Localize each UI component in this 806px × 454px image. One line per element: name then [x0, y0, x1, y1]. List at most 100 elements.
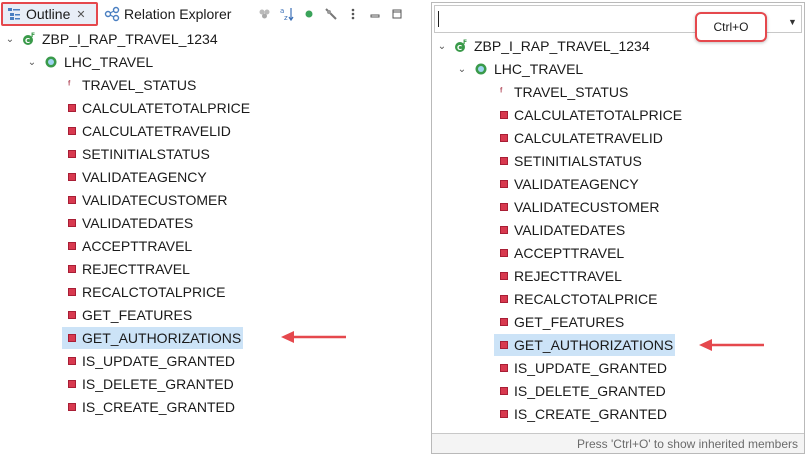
- minimize-icon[interactable]: [364, 4, 386, 24]
- tree-item-rejecttravel[interactable]: REJECTTRAVEL: [500, 265, 622, 287]
- method-icon: [500, 226, 508, 234]
- tree-item-is-update-granted[interactable]: IS_UPDATE_GRANTED: [68, 350, 235, 372]
- method-icon: [500, 134, 508, 142]
- tree-item-is-delete-granted[interactable]: IS_DELETE_GRANTED: [500, 380, 666, 402]
- chevron-down-icon[interactable]: ⌄: [26, 57, 38, 68]
- tree-item-recalctotalprice[interactable]: RECALCTOTALPRICE: [68, 281, 225, 303]
- method-icon: [68, 173, 76, 181]
- tree-item-get-authorizations[interactable]: GET_AUTHORIZATIONS: [62, 327, 244, 349]
- svg-text:C: C: [457, 44, 462, 52]
- close-icon[interactable]: ✕: [76, 8, 85, 21]
- chevron-down-icon[interactable]: ⌄: [456, 64, 468, 75]
- menu-icon[interactable]: [342, 4, 364, 24]
- tree-item-zbp-i-rap-travel-1234[interactable]: ⌄ C F ZBP_I_RAP_TRAVEL_1234: [436, 35, 650, 57]
- tree-item-label: VALIDATEDATES: [514, 222, 626, 238]
- chevron-down-icon[interactable]: ⌄: [4, 34, 16, 45]
- relation-explorer-icon: [104, 6, 120, 22]
- shortcut-badge: Ctrl+O: [695, 12, 767, 42]
- tree-item-label: IS_UPDATE_GRANTED: [82, 353, 235, 369]
- method-icon: [500, 272, 508, 280]
- tab-relation-explorer-label: Relation Explorer: [124, 6, 232, 22]
- tree-item-rejecttravel[interactable]: REJECTTRAVEL: [68, 258, 190, 280]
- tree-item-calculatetotalprice[interactable]: CALCULATETOTALPRICE: [500, 104, 682, 126]
- method-icon: [500, 249, 508, 257]
- tree-item-calculatetotalprice[interactable]: CALCULATETOTALPRICE: [68, 97, 250, 119]
- method-icon: [500, 180, 508, 188]
- tree-item-label: TRAVEL_STATUS: [514, 84, 629, 100]
- tab-outline[interactable]: Outline ✕: [1, 2, 98, 26]
- tree-item-accepttravel[interactable]: ACCEPTTRAVEL: [68, 235, 192, 257]
- tree-item-label: IS_CREATE_GRANTED: [514, 406, 667, 422]
- type-icon: ᶠ: [68, 79, 71, 91]
- pointer-arrow-left: [281, 331, 346, 343]
- tree-item-travel-status[interactable]: ᶠ TRAVEL_STATUS: [500, 81, 628, 103]
- tree-item-label: RECALCTOTALPRICE: [514, 291, 658, 307]
- tree-item-validatedates[interactable]: VALIDATEDATES: [68, 212, 193, 234]
- tree-item-label: REJECTTRAVEL: [82, 261, 190, 277]
- tree-item-get-features[interactable]: GET_FEATURES: [500, 311, 624, 333]
- tree-item-label: ACCEPTTRAVEL: [82, 238, 193, 254]
- tree-item-label: LHC_TRAVEL: [64, 54, 154, 70]
- chevron-down-icon[interactable]: ⌄: [436, 41, 448, 52]
- tree-item-label: GET_AUTHORIZATIONS: [514, 337, 674, 353]
- tree-item-validateagency[interactable]: VALIDATEAGENCY: [68, 166, 207, 188]
- tree-item-label: ZBP_I_RAP_TRAVEL_1234: [42, 31, 218, 47]
- tree-item-validatedates[interactable]: VALIDATEDATES: [500, 219, 625, 241]
- filter-icon[interactable]: [320, 4, 342, 24]
- tree-item-lhc-travel[interactable]: ⌄ LHC_TRAVEL: [26, 51, 153, 73]
- method-icon: [68, 242, 76, 250]
- pointer-arrow-right: [699, 339, 764, 351]
- tree-item-label: CALCULATETRAVELID: [82, 123, 231, 139]
- tree-item-is-update-granted[interactable]: IS_UPDATE_GRANTED: [500, 357, 667, 379]
- method-icon: [68, 104, 76, 112]
- link-icon[interactable]: [254, 4, 276, 24]
- local-class-icon: [474, 62, 488, 76]
- tree-item-get-authorizations[interactable]: GET_AUTHORIZATIONS: [494, 334, 676, 356]
- method-icon: [68, 288, 76, 296]
- tree-item-label: CALCULATETOTALPRICE: [514, 107, 683, 123]
- tree-item-label: CALCULATETOTALPRICE: [82, 100, 251, 116]
- sort-az-icon[interactable]: az: [276, 4, 298, 24]
- method-icon: [500, 364, 508, 372]
- tree-item-travel-status[interactable]: ᶠ TRAVEL_STATUS: [68, 74, 196, 96]
- tree-item-label: GET_FEATURES: [82, 307, 193, 323]
- method-icon: [500, 295, 508, 303]
- tree-item-label: VALIDATEAGENCY: [82, 169, 207, 185]
- tree-item-get-features[interactable]: GET_FEATURES: [68, 304, 192, 326]
- tree-item-validateagency[interactable]: VALIDATEAGENCY: [500, 173, 639, 195]
- abap-class-pool-icon: CF: [22, 32, 36, 46]
- maximize-icon[interactable]: [386, 4, 408, 24]
- svg-text:z: z: [284, 14, 288, 22]
- tree-item-label: GET_FEATURES: [514, 314, 625, 330]
- method-icon: [500, 318, 508, 326]
- tree-item-label: REJECTTRAVEL: [514, 268, 622, 284]
- dot-icon[interactable]: [298, 4, 320, 24]
- tree-item-setinitialstatus[interactable]: SETINITIALSTATUS: [68, 143, 210, 165]
- tree-item-is-create-granted[interactable]: IS_CREATE_GRANTED: [500, 403, 667, 425]
- tree-item-setinitialstatus[interactable]: SETINITIALSTATUS: [500, 150, 642, 172]
- chevron-down-icon[interactable]: ▼: [788, 17, 797, 27]
- tree-item-validatecustomer[interactable]: VALIDATECUSTOMER: [68, 189, 227, 211]
- tab-relation-explorer[interactable]: Relation Explorer: [102, 2, 242, 26]
- tree-item-calculatetravelid[interactable]: CALCULATETRAVELID: [500, 127, 663, 149]
- method-icon: [500, 387, 508, 395]
- tree-item-label: RECALCTOTALPRICE: [82, 284, 226, 300]
- tree-item-calculatetravelid[interactable]: CALCULATETRAVELID: [68, 120, 231, 142]
- tree-item-is-delete-granted[interactable]: IS_DELETE_GRANTED: [68, 373, 234, 395]
- tree-item-label: VALIDATEDATES: [82, 215, 194, 231]
- tree-item-label: ACCEPTTRAVEL: [514, 245, 625, 261]
- tree-item-zbp-i-rap-travel-1234[interactable]: ⌄ C F ZBP_I_RAP_TRAVEL_1234: [4, 28, 218, 50]
- method-icon: [68, 127, 76, 135]
- method-icon: [500, 410, 508, 418]
- tree-item-is-create-granted[interactable]: IS_CREATE_GRANTED: [68, 396, 235, 418]
- abap-class-pool-icon: CF: [454, 39, 468, 53]
- tree-item-validatecustomer[interactable]: VALIDATECUSTOMER: [500, 196, 659, 218]
- tree-item-accepttravel[interactable]: ACCEPTTRAVEL: [500, 242, 624, 264]
- svg-text:F: F: [463, 39, 467, 46]
- method-icon: [68, 150, 76, 158]
- tree-item-lhc-travel[interactable]: ⌄ LHC_TRAVEL: [456, 58, 583, 80]
- tree-item-label: SETINITIALSTATUS: [82, 146, 210, 162]
- method-icon: [500, 203, 508, 211]
- tree-item-label: LHC_TRAVEL: [494, 61, 584, 77]
- tree-item-recalctotalprice[interactable]: RECALCTOTALPRICE: [500, 288, 657, 310]
